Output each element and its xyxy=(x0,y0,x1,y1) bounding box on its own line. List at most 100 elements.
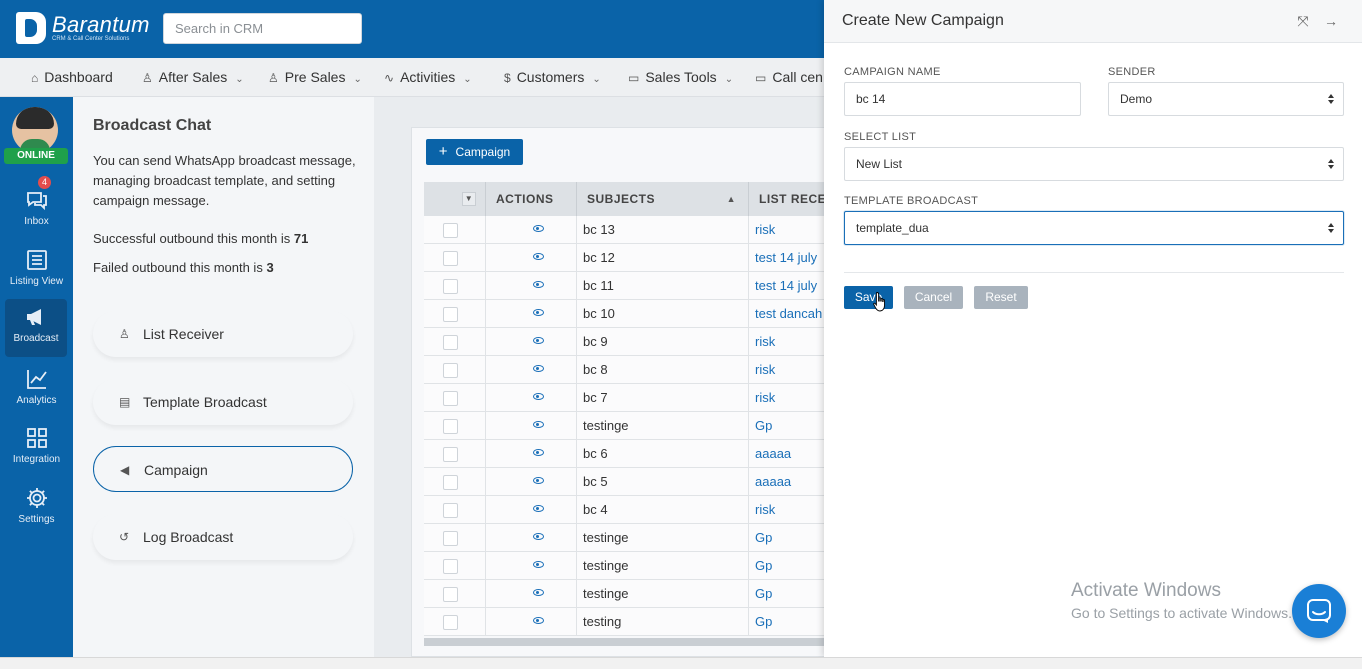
nav-call-center[interactable]: ▭ Call cen xyxy=(755,58,823,97)
avatar[interactable] xyxy=(12,107,58,153)
nav-pre-sales[interactable]: ♙ Pre Sales ⌄ xyxy=(268,58,362,97)
campaign-name-input[interactable]: bc 14 xyxy=(844,82,1081,116)
sender-select[interactable]: Demo xyxy=(1108,82,1344,116)
row-list-receiver[interactable]: Gp xyxy=(748,524,824,552)
view-eye-icon[interactable] xyxy=(533,365,544,372)
expand-icon[interactable]: ⤧ xyxy=(1295,13,1311,29)
table-row[interactable]: bc 6 aaaaa xyxy=(424,440,824,468)
view-eye-icon[interactable] xyxy=(533,449,544,456)
row-checkbox[interactable] xyxy=(443,363,458,378)
row-checkbox[interactable] xyxy=(443,391,458,406)
table-row[interactable]: testinge Gp xyxy=(424,552,824,580)
table-row[interactable]: testinge Gp xyxy=(424,412,824,440)
column-subjects[interactable]: SUBJECTS ▲ xyxy=(576,182,748,216)
view-eye-icon[interactable] xyxy=(533,617,544,624)
chevron-down-icon[interactable]: ▼ xyxy=(462,192,476,206)
sidebar-item-integration[interactable]: Integration xyxy=(0,420,73,478)
row-list-receiver[interactable]: aaaaa xyxy=(748,468,824,496)
sort-icon[interactable]: ▲ xyxy=(727,182,736,216)
row-list-receiver[interactable]: risk xyxy=(748,328,824,356)
row-list-receiver[interactable]: Gp xyxy=(748,608,824,636)
row-checkbox[interactable] xyxy=(443,447,458,462)
view-eye-icon[interactable] xyxy=(533,225,544,232)
menu-campaign[interactable]: ◀ Campaign xyxy=(93,446,353,492)
row-checkbox[interactable] xyxy=(443,335,458,350)
row-list-receiver[interactable]: Gp xyxy=(748,412,824,440)
table-row[interactable]: bc 4 risk xyxy=(424,496,824,524)
view-eye-icon[interactable] xyxy=(533,533,544,540)
row-list-receiver[interactable]: test 14 july xyxy=(748,244,824,272)
menu-template-broadcast[interactable]: ▤ Template Broadcast xyxy=(93,379,353,425)
nav-customers[interactable]: $ Customers ⌄ xyxy=(504,58,601,97)
row-list-receiver[interactable]: test 14 july xyxy=(748,272,824,300)
row-checkbox[interactable] xyxy=(443,475,458,490)
view-eye-icon[interactable] xyxy=(533,505,544,512)
view-eye-icon[interactable] xyxy=(533,589,544,596)
template-broadcast-label: TEMPLATE BROADCAST xyxy=(844,195,979,207)
row-list-receiver[interactable]: risk xyxy=(748,384,824,412)
row-list-receiver[interactable]: risk xyxy=(748,216,824,244)
table-row[interactable]: bc 12 test 14 july xyxy=(424,244,824,272)
row-actions-cell xyxy=(485,468,576,496)
row-checkbox[interactable] xyxy=(443,419,458,434)
row-list-receiver[interactable]: test dancah xyxy=(748,300,824,328)
row-actions-cell xyxy=(485,580,576,608)
table-row[interactable]: bc 9 risk xyxy=(424,328,824,356)
row-checkbox[interactable] xyxy=(443,279,458,294)
table-row[interactable]: bc 10 test dancah xyxy=(424,300,824,328)
view-eye-icon[interactable] xyxy=(533,309,544,316)
row-list-receiver[interactable]: risk xyxy=(748,496,824,524)
menu-log-broadcast[interactable]: ↺ Log Broadcast xyxy=(93,514,353,560)
row-checkbox[interactable] xyxy=(443,559,458,574)
view-eye-icon[interactable] xyxy=(533,421,544,428)
row-checkbox[interactable] xyxy=(443,223,458,238)
chat-launcher-button[interactable] xyxy=(1292,584,1346,638)
view-eye-icon[interactable] xyxy=(533,253,544,260)
view-eye-icon[interactable] xyxy=(533,337,544,344)
table-row[interactable]: bc 8 risk xyxy=(424,356,824,384)
table-row[interactable]: bc 13 risk xyxy=(424,216,824,244)
row-checkbox[interactable] xyxy=(443,251,458,266)
nav-after-sales[interactable]: ♙ After Sales ⌄ xyxy=(142,58,244,97)
nav-activities[interactable]: ∿ Activities ⌄ xyxy=(384,58,472,97)
brand-logo[interactable]: Barantum CRM & Call Center Solutions xyxy=(16,12,149,46)
row-checkbox[interactable] xyxy=(443,531,458,546)
horizontal-scrollbar[interactable] xyxy=(424,638,824,646)
table-row[interactable]: bc 7 risk xyxy=(424,384,824,412)
select-list-select[interactable]: New List xyxy=(844,147,1344,181)
reset-button[interactable]: Reset xyxy=(974,286,1028,309)
add-campaign-button[interactable]: + Campaign xyxy=(426,139,523,165)
row-list-receiver[interactable]: risk xyxy=(748,356,824,384)
template-broadcast-select[interactable]: template_dua xyxy=(844,211,1344,245)
crm-search-input[interactable] xyxy=(163,13,362,44)
select-all-column[interactable]: ▼ xyxy=(424,182,485,216)
success-count: 71 xyxy=(293,231,309,246)
view-eye-icon[interactable] xyxy=(533,561,544,568)
table-row[interactable]: testing Gp xyxy=(424,608,824,636)
row-checkbox[interactable] xyxy=(443,587,458,602)
row-list-receiver[interactable]: aaaaa xyxy=(748,440,824,468)
view-eye-icon[interactable] xyxy=(533,477,544,484)
nav-dashboard[interactable]: ⌂ Dashboard xyxy=(31,58,113,97)
sidebar-item-broadcast[interactable]: Broadcast xyxy=(5,299,67,357)
row-checkbox[interactable] xyxy=(443,307,458,322)
sidebar-item-analytics[interactable]: Analytics xyxy=(0,361,73,419)
table-row[interactable]: testinge Gp xyxy=(424,580,824,608)
table-row[interactable]: bc 11 test 14 july xyxy=(424,272,824,300)
row-list-receiver[interactable]: Gp xyxy=(748,580,824,608)
close-arrow-icon[interactable]: → xyxy=(1323,13,1339,29)
view-eye-icon[interactable] xyxy=(533,281,544,288)
sidebar-item-inbox[interactable]: 4 Inbox xyxy=(0,176,73,240)
column-actions: ACTIONS xyxy=(485,182,576,216)
sidebar-item-listing-view[interactable]: Listing View xyxy=(0,242,73,300)
cancel-button[interactable]: Cancel xyxy=(904,286,963,309)
menu-list-receiver[interactable]: ♙ List Receiver xyxy=(93,311,353,357)
sidebar-item-settings[interactable]: Settings xyxy=(0,480,73,538)
view-eye-icon[interactable] xyxy=(533,393,544,400)
row-checkbox[interactable] xyxy=(443,615,458,630)
table-row[interactable]: testinge Gp xyxy=(424,524,824,552)
row-checkbox[interactable] xyxy=(443,503,458,518)
table-row[interactable]: bc 5 aaaaa xyxy=(424,468,824,496)
nav-sales-tools[interactable]: ▭ Sales Tools ⌄ xyxy=(628,58,733,97)
row-list-receiver[interactable]: Gp xyxy=(748,552,824,580)
